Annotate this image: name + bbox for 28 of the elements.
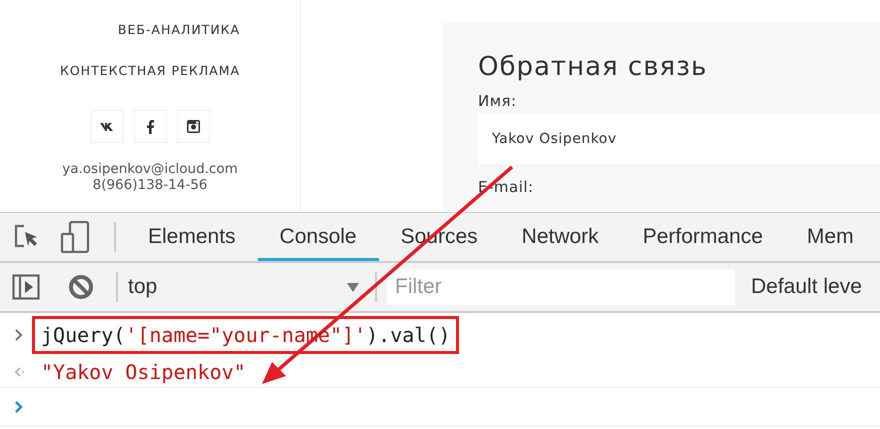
phone-number: 8(966)138-14-56 [92, 177, 208, 193]
context-dropdown[interactable]: top [128, 275, 373, 299]
inspect-icon[interactable] [14, 224, 40, 250]
menu-link[interactable]: КОНТЕКСТНАЯ РЕКЛАМА [60, 63, 240, 78]
instagram-link[interactable] [176, 110, 210, 143]
clear-console-icon[interactable] [68, 274, 94, 300]
dropdown-caret-icon [347, 282, 359, 292]
devtools-tab[interactable]: Network [500, 213, 621, 261]
vk-link[interactable] [90, 110, 124, 143]
device-icon[interactable] [60, 221, 92, 253]
console-result: "Yakov Osipenkov" [41, 360, 246, 384]
return-arrow-icon [12, 366, 26, 378]
facebook-link[interactable] [134, 110, 166, 143]
menu-link[interactable]: ВЕБ-АНАЛИТИКА [118, 22, 240, 37]
instagram-icon [186, 120, 200, 133]
facebook-icon [146, 120, 154, 134]
email-address: ya.osipenkov@icloud.com [62, 161, 238, 177]
context-label: top [128, 275, 158, 299]
devtools-tab[interactable]: Mem [784, 213, 876, 261]
form-title: Обратная связь [478, 52, 708, 82]
field-label: Имя: [478, 92, 518, 110]
filter-field[interactable]: Filter [387, 269, 735, 305]
log-levels-dropdown[interactable]: Default leve [751, 275, 862, 299]
devtools-tab[interactable]: Elements [126, 213, 258, 261]
input-field[interactable]: Yakov Osipenkov [478, 114, 880, 164]
sidebar-toggle-icon[interactable] [12, 274, 40, 300]
vk-icon [100, 122, 114, 131]
devtools-tab[interactable]: Performance [620, 213, 785, 261]
